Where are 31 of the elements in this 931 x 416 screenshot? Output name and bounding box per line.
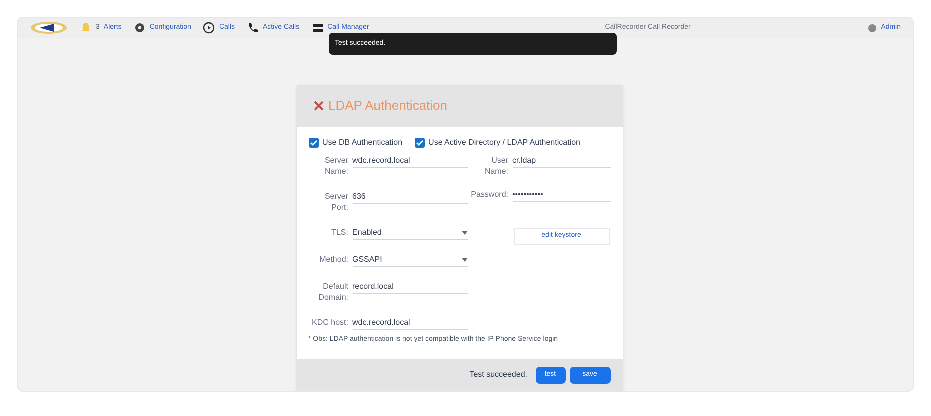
checkbox[interactable] [308,138,318,148]
bell-icon [80,22,92,34]
user-icon [868,24,878,32]
input-field[interactable]: wdc.record.local [352,155,468,168]
checkbox-label: Use Active Directory / LDAP Authentication [428,137,580,149]
field-label: User Name: [484,155,508,177]
caret-icon [462,258,468,262]
play-icon [203,22,216,34]
list-icon [312,22,324,34]
input-field[interactable]: record.local [352,281,468,294]
checkbox[interactable] [414,138,425,148]
caret-icon [462,231,468,235]
field-label: TLS: [330,227,348,238]
input-field[interactable]: 636 [352,191,468,204]
field-label: Default Domain: [318,281,348,303]
gear-icon [134,22,146,34]
status-text: Test succeeded. [470,369,528,381]
select-field[interactable]: GSSAPI [352,254,468,267]
field-label: Server Port: [324,191,348,213]
dialog-title: LDAP Authentication [328,97,448,116]
input-field[interactable]: ••••••••••• [512,189,610,202]
field-label: Password: [470,189,508,200]
checkbox-label: Use DB Authentication [322,137,403,149]
select-field[interactable]: Enabled [352,227,468,240]
phone-icon [247,22,260,34]
input-field[interactable]: wdc.record.local [352,317,468,330]
input-field[interactable]: cr.ldap [512,155,610,168]
logo-icon [30,21,68,35]
field-label: Method: [318,254,348,265]
field-label: KDC host: [311,317,348,328]
field-label: Server Name: [324,155,348,177]
